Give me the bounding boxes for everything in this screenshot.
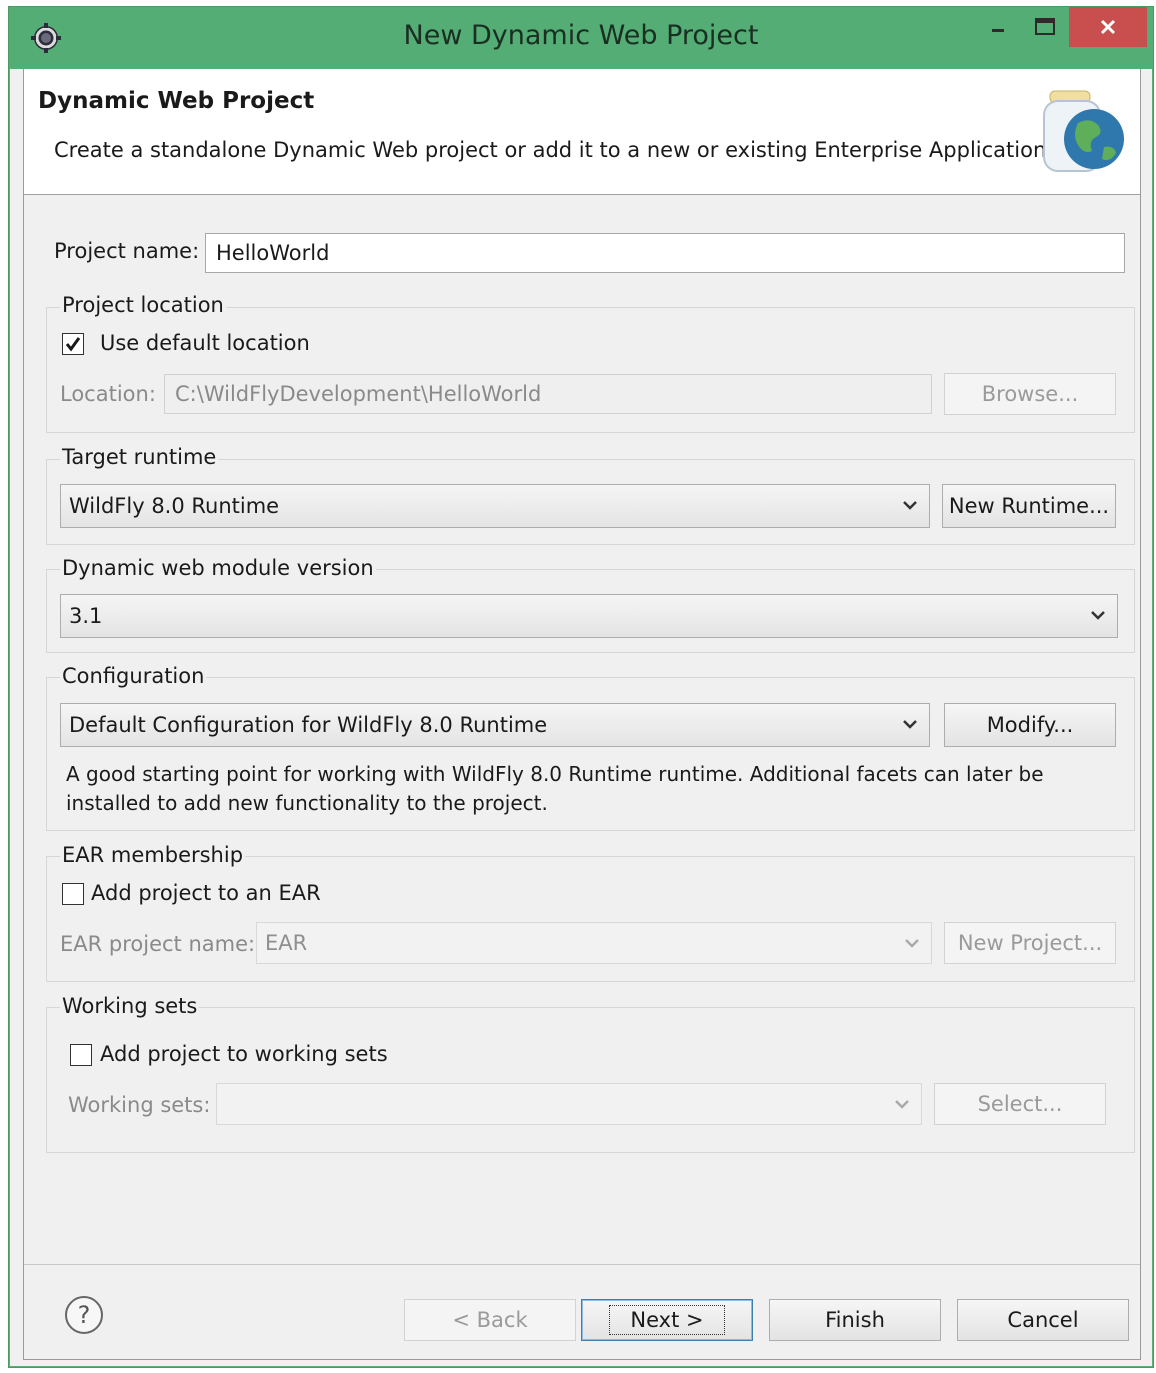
working-sets-select[interactable] [216, 1083, 922, 1125]
project-location-title: Project location [60, 293, 226, 317]
svg-text:?: ? [78, 1301, 91, 1329]
use-default-location-label[interactable]: Use default location [100, 331, 310, 355]
configuration-select[interactable]: Default Configuration for WildFly 8.0 Ru… [60, 703, 930, 747]
footer-separator [24, 1264, 1140, 1265]
working-sets-title: Working sets [60, 994, 200, 1018]
chevron-down-icon [903, 720, 917, 729]
configuration-description: A good starting point for working with W… [66, 762, 1044, 815]
ear-membership-title: EAR membership [60, 843, 246, 867]
module-version-title: Dynamic web module version [60, 556, 376, 580]
back-button[interactable]: < Back [404, 1299, 576, 1341]
new-project-button[interactable]: New Project... [944, 922, 1116, 964]
title-bar[interactable]: New Dynamic Web Project [9, 7, 1153, 69]
module-version-value: 3.1 [69, 604, 103, 628]
wizard-title: Dynamic Web Project [38, 88, 315, 114]
add-to-working-sets-label[interactable]: Add project to working sets [100, 1042, 388, 1066]
minimize-button[interactable] [974, 7, 1022, 47]
ear-project-name-label: EAR project name: [60, 932, 256, 956]
project-name-input[interactable]: HelloWorld [205, 233, 1125, 273]
chevron-down-icon [1091, 611, 1105, 620]
select-working-sets-button[interactable]: Select... [934, 1083, 1106, 1125]
maximize-icon [1035, 18, 1055, 35]
add-to-working-sets-checkbox[interactable] [70, 1044, 92, 1066]
maximize-button[interactable] [1021, 7, 1069, 47]
cancel-button[interactable]: Cancel [957, 1299, 1129, 1341]
next-button[interactable]: Next > [581, 1299, 753, 1341]
chevron-down-icon [903, 501, 917, 510]
working-sets-label: Working sets: [68, 1093, 211, 1117]
close-icon [1100, 19, 1116, 35]
web-project-jar-globe-icon [1043, 90, 1124, 172]
location-input[interactable]: C:\WildFlyDevelopment\HelloWorld [164, 374, 932, 414]
wizard-header: Dynamic Web Project Create a standalone … [24, 69, 1140, 195]
checkmark-icon [65, 337, 81, 352]
chevron-down-icon [905, 939, 919, 948]
module-version-select[interactable]: 3.1 [60, 594, 1118, 638]
dialog-window: New Dynamic Web Project Dynamic Web Proj… [8, 6, 1154, 1368]
ear-project-name-value: EAR [265, 931, 308, 955]
target-runtime-title: Target runtime [60, 445, 219, 469]
modify-button[interactable]: Modify... [944, 703, 1116, 747]
target-runtime-select[interactable]: WildFly 8.0 Runtime [60, 484, 930, 528]
wizard-description: Create a standalone Dynamic Web project … [54, 138, 1053, 162]
dialog-content: Dynamic Web Project Create a standalone … [23, 69, 1141, 1360]
configuration-value: Default Configuration for WildFly 8.0 Ru… [69, 713, 548, 737]
help-icon[interactable]: ? [64, 1295, 104, 1335]
use-default-location-checkbox[interactable] [62, 333, 84, 355]
minimize-icon [992, 29, 1004, 32]
configuration-title: Configuration [60, 664, 207, 688]
chevron-down-icon [895, 1100, 909, 1109]
browse-button[interactable]: Browse... [944, 373, 1116, 415]
target-runtime-value: WildFly 8.0 Runtime [69, 494, 280, 518]
project-name-label: Project name: [54, 239, 200, 263]
finish-button[interactable]: Finish [769, 1299, 941, 1341]
next-button-label: Next > [609, 1305, 725, 1335]
add-to-ear-checkbox[interactable] [62, 883, 84, 905]
close-button[interactable] [1069, 7, 1147, 47]
new-runtime-button[interactable]: New Runtime... [942, 484, 1116, 528]
add-to-ear-label[interactable]: Add project to an EAR [91, 881, 321, 905]
location-label: Location: [60, 382, 156, 406]
working-sets-group [46, 1007, 1135, 1153]
ear-project-name-select[interactable]: EAR [256, 922, 932, 964]
